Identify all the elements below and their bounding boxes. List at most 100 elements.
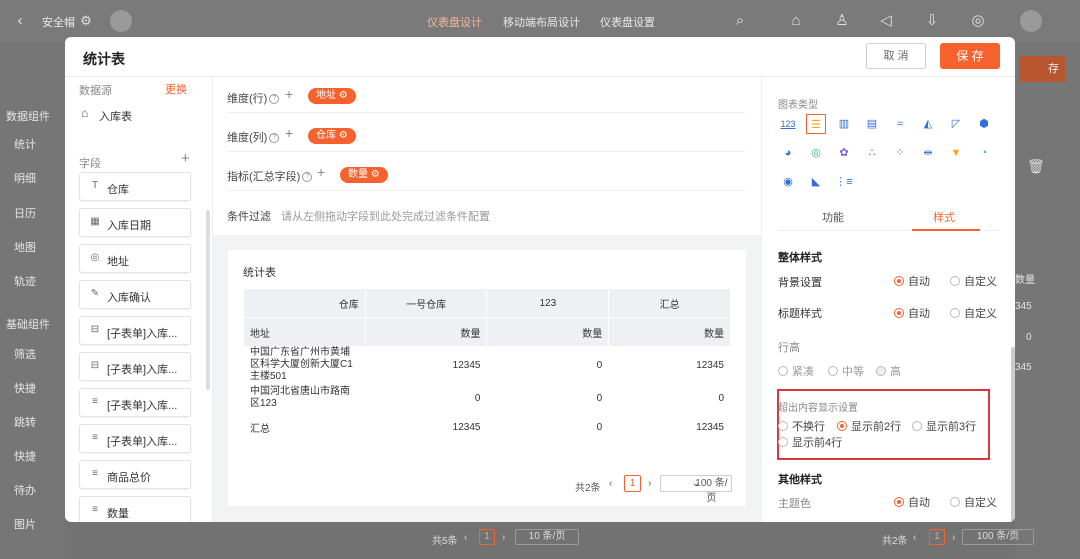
help-icon[interactable]: ? bbox=[269, 94, 280, 105]
bg-sidebar-item[interactable]: 快捷 bbox=[14, 448, 36, 464]
stacked-bar-icon[interactable]: ▤ bbox=[862, 114, 882, 134]
bar-horizontal-icon[interactable]: ☰ bbox=[806, 114, 826, 134]
gear-icon[interactable]: ⚙ bbox=[76, 11, 96, 31]
pivot-table-icon[interactable]: ⋮≡ bbox=[834, 172, 854, 192]
help-icon[interactable]: ? bbox=[269, 133, 280, 144]
radar-chart-icon[interactable]: ⬢ bbox=[974, 114, 994, 134]
bg-value: 0 bbox=[1026, 332, 1032, 343]
megaphone-icon[interactable]: ◁ bbox=[876, 11, 896, 31]
bg-sidebar-item[interactable]: 地图 bbox=[14, 239, 36, 255]
field-item[interactable]: ≡ 商品总价 bbox=[79, 460, 191, 489]
field-item[interactable]: ◎ 地址 bbox=[79, 244, 191, 273]
metric-tag[interactable]: 数量 ⚙ bbox=[340, 167, 388, 183]
tab-dashboard-design[interactable]: 仪表盘设计 bbox=[427, 14, 482, 30]
pager-page[interactable]: 1 bbox=[624, 475, 641, 492]
ring-chart-icon[interactable]: ◉ bbox=[778, 172, 798, 192]
pager-prev-icon[interactable]: ‹ bbox=[609, 478, 612, 489]
map-chart-icon[interactable]: ◣ bbox=[806, 172, 826, 192]
tab-dashboard-settings[interactable]: 仪表盘设置 bbox=[600, 14, 655, 30]
theme-custom-radio[interactable]: 自定义 bbox=[950, 494, 997, 510]
add-metric-icon[interactable]: + bbox=[317, 164, 325, 180]
avatar[interactable] bbox=[110, 10, 132, 32]
property-scrollbar[interactable] bbox=[1011, 347, 1015, 522]
bubble-chart-icon[interactable]: ⁘ bbox=[890, 143, 910, 163]
bg-sidebar-item[interactable]: 轨迹 bbox=[14, 273, 36, 289]
filter-hint[interactable]: 请从左侧拖动字段到此处完成过滤条件配置 bbox=[281, 208, 490, 224]
bg-save-button[interactable]: 存 bbox=[1019, 56, 1065, 82]
funnel-horizontal-icon[interactable]: ⇹ bbox=[918, 143, 938, 163]
bg-pager-page[interactable]: 1 bbox=[479, 529, 495, 545]
bar-chart-icon[interactable]: ▥ bbox=[834, 114, 854, 134]
tab-style[interactable]: 样式 bbox=[933, 209, 955, 225]
field-item[interactable]: ≡ [子表单]入库... bbox=[79, 388, 191, 417]
theme-auto-radio[interactable]: 自动 bbox=[894, 494, 930, 510]
bg-pager-size[interactable]: 100 条/页 bbox=[962, 529, 1034, 545]
trash-icon[interactable]: 🗑 bbox=[1027, 158, 1045, 175]
field-item[interactable]: ✎ 入库确认 bbox=[79, 280, 191, 309]
combo-chart-icon[interactable]: ◸ bbox=[946, 114, 966, 134]
overflow-3-lines-radio[interactable]: 显示前3行 bbox=[912, 418, 976, 434]
bg-sidebar-item[interactable]: 跳转 bbox=[14, 414, 36, 430]
bg-pager-next[interactable]: › bbox=[952, 532, 955, 543]
field-item[interactable]: ▦ 入库日期 bbox=[79, 208, 191, 237]
search-icon[interactable]: ⌕ bbox=[730, 11, 750, 31]
row-height-medium-radio[interactable]: 中等 bbox=[828, 363, 864, 379]
number-chart-icon[interactable]: 123 bbox=[778, 114, 798, 134]
bg-custom-radio[interactable]: 自定义 bbox=[950, 273, 997, 289]
page-size-select[interactable]: 100 条/页 ⌄ bbox=[660, 475, 732, 504]
datasource-table[interactable]: 入库表 bbox=[99, 108, 132, 124]
bg-sidebar-item[interactable]: 日历 bbox=[14, 205, 36, 221]
bg-pager-size[interactable]: 10 条/页 bbox=[515, 529, 579, 545]
change-datasource-link[interactable]: 更换 bbox=[165, 81, 187, 97]
help-icon[interactable]: ? bbox=[302, 172, 313, 183]
download-icon[interactable]: ⇩ bbox=[922, 11, 942, 31]
bg-pager-prev[interactable]: ‹ bbox=[464, 532, 467, 543]
title-auto-radio[interactable]: 自动 bbox=[894, 305, 930, 321]
bg-sidebar-item[interactable]: 待办 bbox=[14, 482, 36, 498]
field-item[interactable]: ⊟ [子表单]入库... bbox=[79, 316, 191, 345]
tab-mobile-layout[interactable]: 移动端布局设计 bbox=[503, 14, 580, 30]
bg-sidebar-item[interactable]: 明细 bbox=[14, 170, 36, 186]
bg-pager-next[interactable]: › bbox=[502, 532, 505, 543]
area-chart-icon[interactable]: ◭ bbox=[918, 114, 938, 134]
cancel-button[interactable]: 取 消 bbox=[866, 43, 926, 69]
bg-pager-page[interactable]: 1 bbox=[929, 529, 945, 545]
pager-next-icon[interactable]: › bbox=[648, 478, 651, 489]
back-icon[interactable]: ‹ bbox=[10, 11, 30, 31]
title-custom-radio[interactable]: 自定义 bbox=[950, 305, 997, 321]
add-row-dimension-icon[interactable]: + bbox=[285, 86, 293, 102]
gauge-chart-icon[interactable]: ◔ bbox=[974, 143, 994, 163]
field-item[interactable]: ≡ [子表单]入库... bbox=[79, 424, 191, 453]
add-field-icon[interactable]: + bbox=[181, 150, 190, 167]
bg-sidebar-item[interactable]: 筛选 bbox=[14, 346, 36, 362]
pie-chart-icon[interactable]: ◕ bbox=[778, 143, 798, 163]
funnel-chart-icon[interactable]: ▼ bbox=[946, 143, 966, 163]
donut-chart-icon[interactable]: ◎ bbox=[806, 143, 826, 163]
tab-function[interactable]: 功能 bbox=[822, 209, 844, 225]
row-height-compact-radio[interactable]: 紧凑 bbox=[778, 363, 814, 379]
shirt-icon[interactable]: ♙ bbox=[832, 11, 852, 31]
col-dimension-tag[interactable]: 仓库 ⚙ bbox=[308, 128, 356, 144]
user-avatar[interactable] bbox=[1020, 10, 1042, 32]
line-chart-icon[interactable]: ≈ bbox=[890, 114, 910, 134]
field-item[interactable]: ⊟ [子表单]入库... bbox=[79, 352, 191, 381]
overflow-nowrap-radio[interactable]: 不换行 bbox=[778, 418, 825, 434]
add-col-dimension-icon[interactable]: + bbox=[285, 125, 293, 141]
field-item[interactable]: ≡ 数量 bbox=[79, 496, 191, 522]
home-icon[interactable]: ⌂ bbox=[786, 11, 806, 31]
overflow-4-lines-radio[interactable]: 显示前4行 bbox=[778, 434, 842, 450]
bg-sidebar-item[interactable]: 统计 bbox=[14, 136, 36, 152]
overflow-2-lines-radio[interactable]: 显示前2行 bbox=[837, 418, 901, 434]
settings-icon[interactable]: ◎ bbox=[968, 11, 988, 31]
bg-sidebar-item[interactable]: 图片 bbox=[14, 516, 36, 532]
rose-chart-icon[interactable]: ✿ bbox=[834, 143, 854, 163]
scatter-chart-icon[interactable]: ∴ bbox=[862, 143, 882, 163]
field-scrollbar[interactable] bbox=[206, 210, 210, 390]
bg-pager-prev[interactable]: ‹ bbox=[913, 532, 916, 543]
row-height-high-radio[interactable]: 高 bbox=[876, 363, 901, 379]
row-dimension-tag[interactable]: 地址 ⚙ bbox=[308, 88, 356, 104]
bg-sidebar-item[interactable]: 快捷 bbox=[14, 380, 36, 396]
field-item[interactable]: T 仓库 bbox=[79, 172, 191, 201]
bg-auto-radio[interactable]: 自动 bbox=[894, 273, 930, 289]
save-button[interactable]: 保 存 bbox=[940, 43, 1000, 69]
